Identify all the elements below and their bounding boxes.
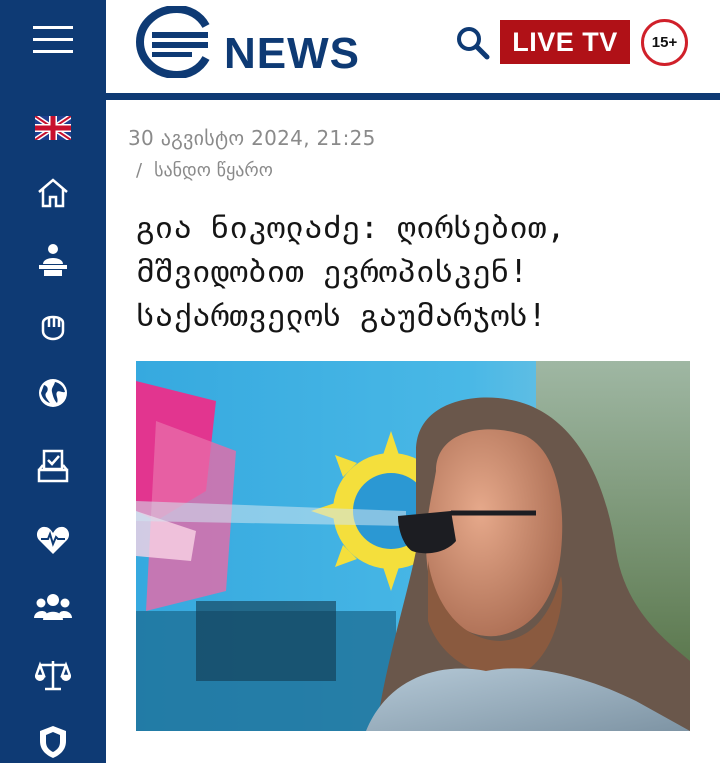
sidebar-item-health[interactable] — [0, 510, 106, 570]
uk-flag-icon — [35, 116, 71, 140]
title-line: მშვიდობით ევროპისკენ! — [136, 254, 528, 290]
sidebar-item-world[interactable] — [0, 363, 106, 423]
article-source[interactable]: / სანდო წყარო — [136, 160, 273, 181]
header: NEWS LIVE TV 15+ — [106, 0, 720, 95]
site-logo[interactable]: NEWS — [136, 6, 360, 78]
article: 30 აგვისტო 2024, 21:25 / სანდო წყარო გია … — [106, 100, 720, 763]
source-separator: / — [136, 160, 143, 181]
article-title: გია ნიკოლაძე: ღირსებით, მშვიდობით ევროპი… — [136, 206, 706, 338]
sidebar-item-elections[interactable] — [0, 436, 106, 496]
sidebar-item-politics[interactable] — [0, 230, 106, 290]
logo-text: NEWS — [224, 29, 360, 78]
article-date: 30 აგვისტო 2024, 21:25 — [128, 126, 376, 150]
header-divider — [106, 93, 720, 100]
logo-emblem-icon — [136, 6, 210, 78]
article-photo-image — [136, 361, 690, 731]
sidebar-item-home[interactable] — [0, 163, 106, 223]
scales-icon — [35, 661, 71, 691]
title-line: საქართველოს გაუმარჯოს! — [136, 298, 547, 334]
age-rating-badge: 15+ — [641, 19, 688, 66]
sidebar-item-society[interactable] — [0, 577, 106, 637]
shield-icon — [40, 726, 66, 758]
fist-icon — [41, 315, 65, 341]
speaker-podium-icon — [39, 244, 67, 276]
globe-icon — [39, 379, 67, 407]
sidebar-item-law[interactable] — [0, 645, 106, 705]
article-photo — [136, 361, 690, 731]
ballot-box-icon — [37, 449, 69, 483]
search-button[interactable] — [456, 26, 490, 64]
search-icon — [457, 27, 490, 60]
hamburger-menu-icon — [33, 26, 73, 53]
language-switch[interactable] — [0, 98, 106, 158]
sidebar-item-security[interactable] — [0, 712, 106, 772]
heart-pulse-icon — [36, 526, 70, 554]
people-icon — [34, 594, 72, 620]
title-line: გია ნიკოლაძე: ღირსებით, — [136, 210, 566, 246]
menu-button[interactable] — [0, 0, 106, 80]
live-tv-button[interactable]: LIVE TV — [500, 20, 630, 64]
sidebar — [0, 0, 106, 763]
home-icon — [38, 178, 68, 208]
sidebar-item-protest[interactable] — [0, 296, 106, 356]
source-label: სანდო წყარო — [154, 160, 273, 181]
